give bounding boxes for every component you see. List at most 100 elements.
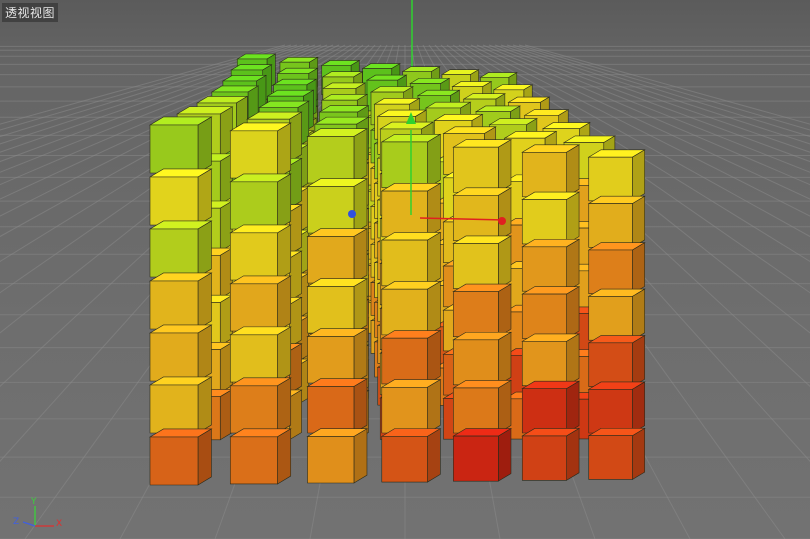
cube-face	[197, 272, 212, 330]
cube-face	[498, 379, 512, 434]
cube-face	[588, 156, 633, 202]
cube[interactable]	[380, 329, 442, 385]
cube-face	[521, 341, 567, 387]
cube[interactable]	[306, 278, 369, 334]
cube-face	[353, 328, 368, 384]
cube[interactable]	[521, 144, 581, 198]
cube[interactable]	[380, 231, 442, 287]
cube-face	[566, 144, 580, 198]
cube[interactable]	[521, 333, 581, 387]
cube[interactable]	[148, 272, 213, 330]
cube-face	[289, 204, 302, 255]
cube[interactable]	[587, 288, 646, 341]
cube-face	[197, 116, 212, 174]
cube-face	[498, 283, 512, 338]
cube[interactable]	[148, 168, 213, 226]
x-axis-handle-tip[interactable]	[498, 217, 506, 225]
perspective-viewport[interactable]: 透视视图 Y X Z	[0, 0, 810, 539]
cube[interactable]	[452, 139, 513, 193]
cube[interactable]	[452, 187, 513, 241]
cube-face	[353, 228, 368, 284]
cube-face	[521, 151, 567, 197]
cube[interactable]	[148, 116, 213, 174]
cube-face	[307, 236, 355, 284]
cube[interactable]	[587, 381, 646, 434]
cube[interactable]	[452, 331, 513, 386]
cube-face	[229, 181, 278, 230]
cube[interactable]	[229, 224, 292, 281]
cube[interactable]	[306, 178, 369, 234]
cube-face	[381, 288, 428, 336]
cube[interactable]	[521, 191, 581, 245]
cube[interactable]	[306, 428, 369, 484]
cube[interactable]	[229, 275, 292, 332]
cube[interactable]	[148, 428, 213, 486]
cube[interactable]	[306, 228, 369, 284]
cube-face	[453, 195, 499, 241]
axis-gizmo: Y X Z	[13, 497, 62, 529]
cube[interactable]	[148, 220, 213, 278]
cube-face	[307, 336, 355, 384]
cube[interactable]	[521, 427, 581, 481]
cube-face	[149, 436, 199, 486]
cube-face	[307, 386, 355, 434]
cube-face	[277, 173, 292, 230]
z-axis-handle-tip[interactable]	[348, 210, 356, 218]
cube[interactable]	[229, 326, 292, 383]
cube-face	[427, 133, 441, 189]
cube[interactable]	[452, 379, 513, 434]
cube-face	[149, 280, 199, 330]
cube-face	[498, 235, 512, 290]
cube[interactable]	[587, 149, 646, 202]
cube[interactable]	[229, 173, 292, 230]
cube-array[interactable]	[148, 53, 646, 486]
cube-face	[277, 224, 292, 281]
cube-face	[307, 136, 355, 184]
cube-face	[229, 232, 278, 281]
cube[interactable]	[229, 122, 292, 179]
cube-face	[197, 428, 212, 486]
cube[interactable]	[521, 380, 581, 434]
viewport-title[interactable]: 透视视图	[2, 3, 59, 22]
cube-face	[427, 280, 441, 336]
cube-face	[229, 283, 278, 332]
cube[interactable]	[380, 379, 442, 434]
cube-face	[289, 250, 302, 302]
cube-face	[353, 178, 368, 234]
cube-face	[498, 187, 512, 241]
cube-face	[277, 122, 292, 179]
cube[interactable]	[521, 238, 581, 292]
cube-face	[229, 385, 278, 434]
cube-face	[289, 111, 302, 163]
cube[interactable]	[521, 286, 581, 339]
scene-canvas[interactable]	[0, 0, 810, 539]
cube[interactable]	[452, 428, 513, 482]
cube[interactable]	[306, 378, 369, 434]
cube[interactable]	[229, 428, 292, 485]
cube-face	[632, 288, 646, 341]
cube[interactable]	[452, 235, 513, 290]
cube-face	[453, 243, 499, 289]
cube[interactable]	[306, 128, 369, 184]
cube[interactable]	[306, 328, 369, 384]
cube-face	[277, 428, 292, 485]
cube[interactable]	[587, 334, 646, 388]
cube[interactable]	[148, 324, 213, 382]
cube[interactable]	[380, 428, 442, 483]
cube-face	[353, 128, 368, 184]
cube-face	[149, 228, 199, 278]
cube[interactable]	[452, 283, 513, 338]
cube-face	[453, 291, 499, 338]
cube-face	[427, 231, 441, 287]
cube[interactable]	[587, 242, 646, 295]
cube[interactable]	[380, 280, 442, 336]
gizmo-y-label: Y	[30, 497, 37, 507]
cube[interactable]	[229, 377, 292, 434]
cube[interactable]	[148, 376, 213, 434]
cube-face	[498, 331, 512, 386]
cube-face	[307, 436, 355, 484]
cube-face	[427, 379, 441, 434]
cube[interactable]	[587, 195, 646, 248]
cube[interactable]	[587, 427, 646, 480]
cube-face	[588, 435, 633, 480]
